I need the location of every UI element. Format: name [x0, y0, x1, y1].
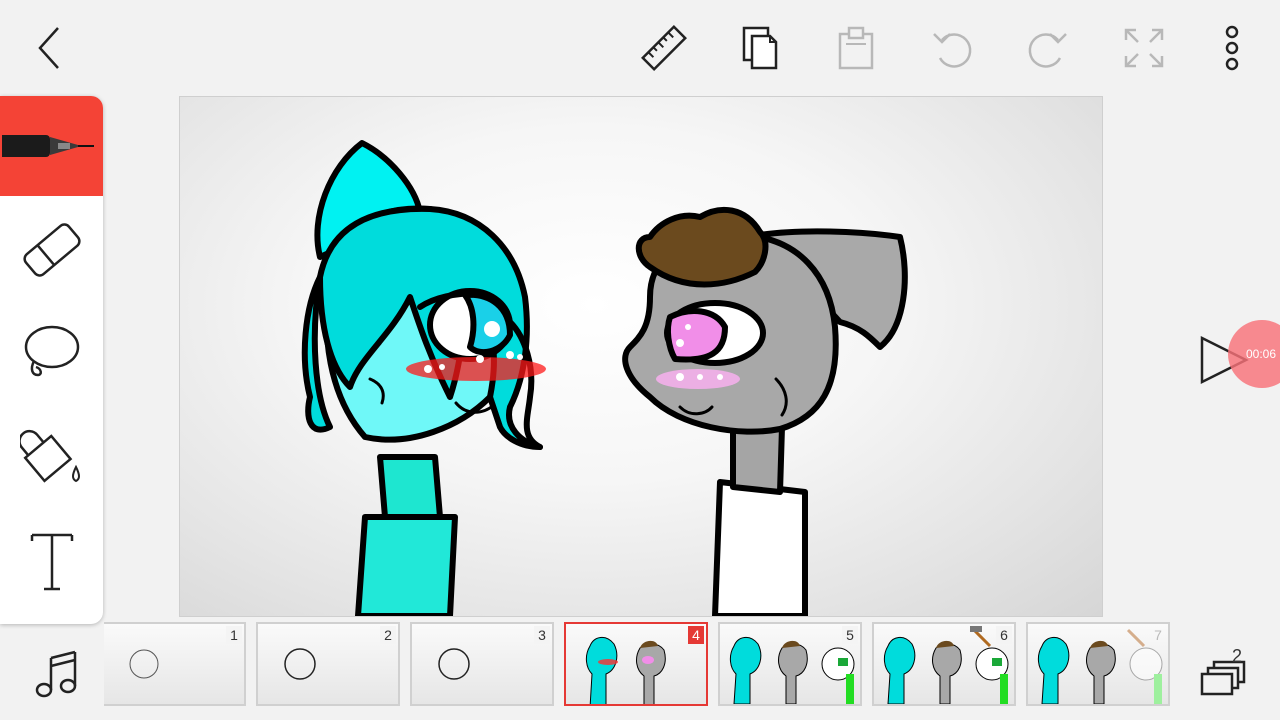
back-icon[interactable] — [24, 22, 76, 74]
layers-icon — [1200, 660, 1246, 696]
frame-number: 5 — [842, 626, 858, 644]
frame-thumbnail-4[interactable]: 4 — [564, 622, 708, 706]
frame-preview — [1037, 628, 1163, 704]
frame-number: 4 — [688, 626, 704, 644]
frame-thumbnail-5[interactable]: 5 — [718, 622, 862, 706]
frame-preview — [729, 637, 855, 704]
fill-bucket-icon — [19, 429, 80, 483]
drawing-canvas[interactable] — [179, 96, 1103, 617]
frame-thumbnail-6[interactable]: 6 — [872, 622, 1016, 706]
frame-preview — [585, 637, 666, 704]
frame-number: 2 — [380, 626, 396, 644]
frame-preview — [284, 648, 316, 680]
frame-thumbnail-7[interactable]: 7 — [1026, 622, 1170, 706]
frame-preview — [438, 648, 470, 680]
lasso-tool[interactable] — [0, 304, 103, 404]
frame-number: 6 — [996, 626, 1012, 644]
more-vertical-icon[interactable] — [1206, 22, 1258, 74]
paste-icon[interactable] — [830, 22, 882, 74]
pen-icon — [1, 135, 94, 157]
character-right — [622, 207, 908, 616]
layer-count: 2 — [1232, 646, 1243, 666]
frame-thumbnail-2[interactable]: 2 — [256, 622, 400, 706]
fullscreen-icon[interactable] — [1118, 22, 1170, 74]
frame-preview — [129, 649, 159, 679]
frame-number: 7 — [1154, 627, 1162, 643]
eraser-icon — [22, 223, 81, 277]
canvas-drawing — [301, 140, 908, 616]
music-note-icon — [35, 650, 77, 698]
music-button[interactable] — [32, 648, 80, 700]
frame-number: 3 — [534, 626, 550, 644]
frame-thumbnail-3[interactable]: 3 — [410, 622, 554, 706]
text-icon — [30, 533, 73, 591]
top-toolbar — [0, 0, 1280, 96]
text-tool[interactable] — [0, 512, 103, 612]
ruler-icon[interactable] — [638, 22, 690, 74]
frames-strip[interactable]: 1 2 3 4 5 6 7 — [104, 618, 1170, 712]
eraser-tool[interactable] — [0, 200, 103, 300]
fill-tool[interactable] — [0, 408, 103, 508]
frame-number: 1 — [226, 626, 242, 644]
copy-icon[interactable] — [734, 22, 786, 74]
pen-tool[interactable] — [0, 96, 103, 196]
frame-preview — [883, 626, 1009, 704]
frame-thumbnail-1[interactable]: 1 — [104, 622, 246, 706]
undo-icon[interactable] — [926, 22, 978, 74]
lasso-icon — [24, 325, 79, 377]
redo-icon[interactable] — [1022, 22, 1074, 74]
tool-panel — [0, 96, 103, 624]
layers-button[interactable] — [1196, 648, 1256, 700]
